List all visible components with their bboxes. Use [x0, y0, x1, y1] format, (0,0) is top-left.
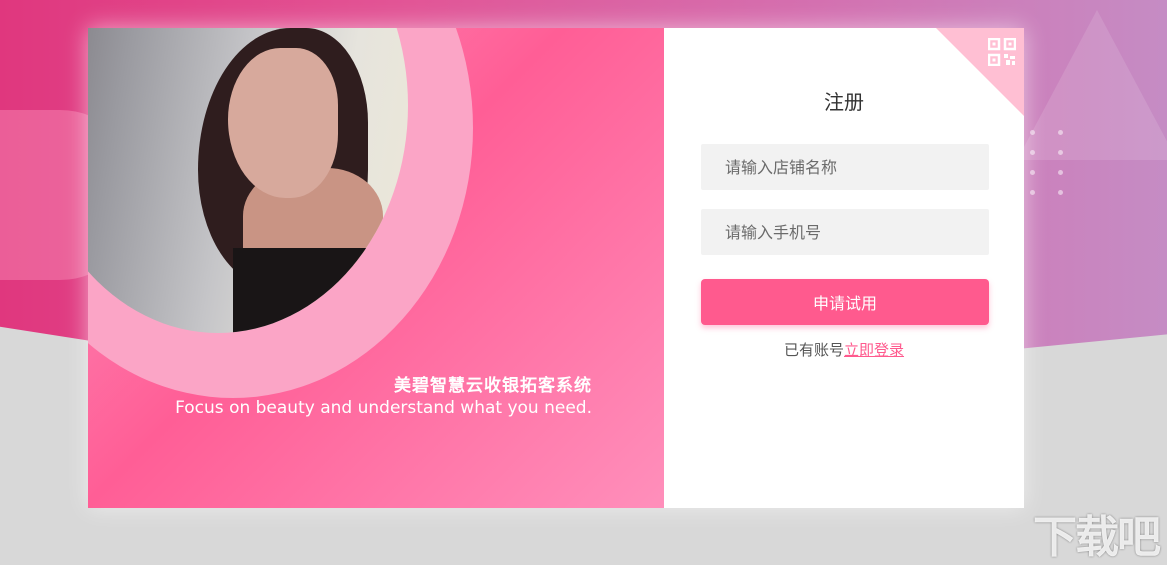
promo-panel: 美碧智慧云收银拓客系统 Focus on beauty and understa…: [88, 28, 664, 508]
watermark-logo: 下载吧: [1033, 512, 1161, 563]
phone-input[interactable]: [701, 209, 989, 255]
login-prompt: 已有账号立即登录: [664, 339, 1024, 360]
has-account-text: 已有账号: [783, 341, 844, 359]
register-form-panel: 注册 申请试用 已有账号立即登录: [664, 28, 1024, 508]
model-photo: [88, 28, 408, 333]
store-name-input[interactable]: [701, 144, 989, 190]
apply-trial-button[interactable]: 申请试用: [701, 279, 989, 325]
form-title: 注册: [824, 90, 864, 114]
login-link[interactable]: 立即登录: [844, 341, 904, 359]
slogan-english: Focus on beauty and understand what you …: [175, 398, 592, 418]
slogan: 美碧智慧云收银拓客系统 Focus on beauty and understa…: [175, 371, 592, 418]
slogan-chinese: 美碧智慧云收银拓客系统: [394, 376, 592, 396]
qr-code-icon[interactable]: [988, 38, 1016, 66]
register-card: 美碧智慧云收银拓客系统 Focus on beauty and understa…: [88, 28, 1024, 508]
background-dots: [1030, 130, 1080, 200]
